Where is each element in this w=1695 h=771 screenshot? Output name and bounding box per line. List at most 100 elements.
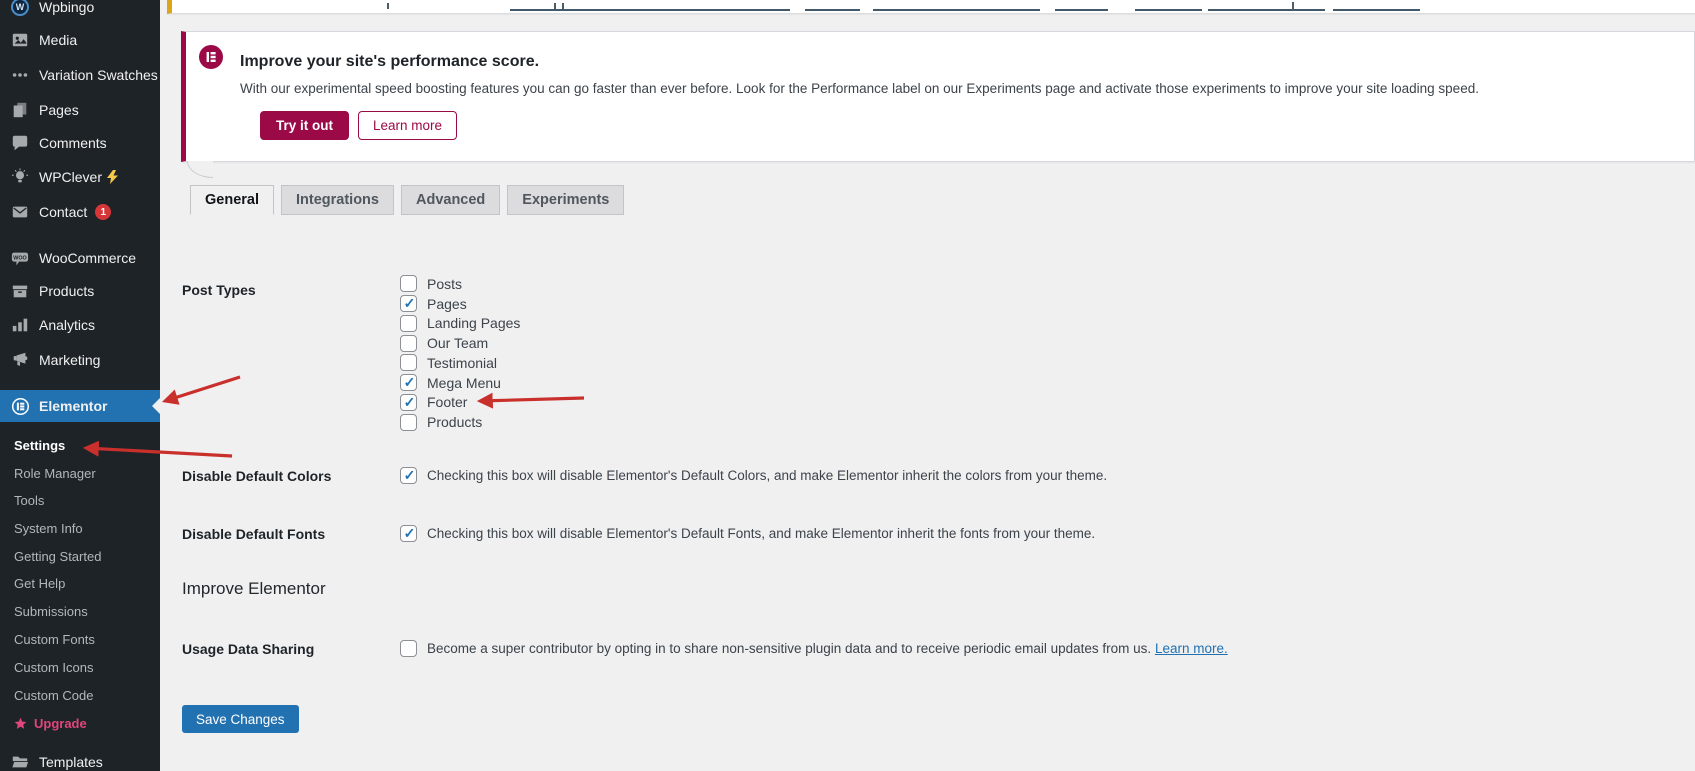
submenu-item-custom-icons[interactable]: Custom Icons (0, 658, 160, 676)
submenu-item-role-manager[interactable]: Role Manager (0, 464, 160, 482)
submenu-item-custom-fonts[interactable]: Custom Fonts (0, 630, 160, 648)
clipped-link[interactable] (1333, 9, 1420, 11)
post-type-row: Posts (400, 274, 520, 294)
woocommerce-icon: WOO (10, 248, 30, 268)
admin-sidebar: W Wpbingo Media Variation Swatches Pages… (0, 0, 160, 771)
banner-title: Improve your site's performance score. (240, 53, 539, 71)
disable-fonts-row: Checking this box will disable Elementor… (400, 525, 1095, 542)
checkbox-pages[interactable] (400, 295, 417, 312)
checkbox-disable-colors[interactable] (400, 467, 417, 484)
post-type-row: Mega Menu (400, 373, 520, 393)
clipped-link[interactable] (1135, 9, 1202, 11)
checkbox-usage-data[interactable] (400, 640, 417, 657)
tab-experiments[interactable]: Experiments (507, 185, 624, 215)
clipped-link[interactable] (510, 9, 790, 11)
current-menu-notch (152, 398, 160, 414)
sidebar-item-label: Wpbingo (39, 0, 94, 15)
tab-integrations[interactable]: Integrations (281, 185, 394, 215)
post-type-row: Landing Pages (400, 314, 520, 334)
sidebar-item-wpclever[interactable]: WPClever (0, 165, 160, 189)
comment-bubble-icon (10, 133, 30, 153)
sidebar-item-label: WooCommerce (39, 250, 136, 266)
sidebar-item-label: Products (39, 283, 94, 299)
clipped-link[interactable] (1055, 9, 1108, 11)
checkbox-landing-pages[interactable] (400, 315, 417, 332)
usage-data-sharing-row: Become a super contributor by opting in … (400, 640, 1228, 657)
post-types-list: Posts Pages Landing Pages Our Team Testi… (400, 274, 520, 432)
star-icon (14, 717, 27, 730)
checkbox-products[interactable] (400, 414, 417, 431)
sidebar-item-analytics[interactable]: Analytics (0, 313, 160, 337)
checkbox-testimonial[interactable] (400, 354, 417, 371)
disable-colors-row: Checking this box will disable Elementor… (400, 467, 1107, 484)
sidebar-item-label: Analytics (39, 317, 95, 333)
sidebar-item-media[interactable]: Media (0, 28, 160, 52)
post-type-row: Products (400, 412, 520, 432)
sidebar-item-label: Media (39, 32, 77, 48)
submenu-item-settings[interactable]: Settings (0, 436, 160, 454)
sidebar-item-label: Contact (39, 204, 87, 220)
sidebar-item-wpbingo[interactable]: W Wpbingo (0, 0, 160, 19)
post-type-row: Footer (400, 393, 520, 413)
media-icon (10, 30, 30, 50)
banner-description: With our experimental speed boosting fea… (240, 81, 1479, 96)
bar-chart-icon (10, 315, 30, 335)
sidebar-item-label: Pages (39, 102, 79, 118)
sidebar-item-label: Comments (39, 135, 107, 151)
sidebar-item-pages[interactable]: Pages (0, 98, 160, 122)
elementor-promo-banner: Improve your site's performance score. W… (181, 31, 1695, 162)
folder-icon (10, 752, 30, 771)
banner-speech-tail (187, 161, 213, 178)
post-type-row: Pages (400, 294, 520, 314)
usage-learn-more-link[interactable]: Learn more. (1155, 641, 1228, 656)
post-type-row: Our Team (400, 333, 520, 353)
elementor-logo-icon (10, 396, 30, 416)
submenu-item-tools[interactable]: Tools (0, 491, 160, 509)
sidebar-item-label: Elementor (39, 398, 107, 414)
checkbox-footer[interactable] (400, 394, 417, 411)
submenu-item-custom-code[interactable]: Custom Code (0, 686, 160, 704)
pages-icon (10, 100, 30, 120)
sidebar-item-elementor[interactable]: Elementor (0, 390, 160, 422)
elementor-badge-icon (199, 45, 223, 69)
tab-advanced[interactable]: Advanced (401, 185, 500, 215)
contact-count-badge: 1 (95, 204, 111, 220)
save-changes-button[interactable]: Save Changes (182, 705, 299, 733)
sidebar-item-comments[interactable]: Comments (0, 131, 160, 155)
checkbox-mega-menu[interactable] (400, 374, 417, 391)
sidebar-item-products[interactable]: Products (0, 279, 160, 303)
arrow-to-elementor-menu (165, 377, 240, 401)
checkbox-disable-fonts[interactable] (400, 525, 417, 542)
wpbingo-logo-icon: W (10, 0, 30, 17)
sidebar-item-label: Marketing (39, 352, 100, 368)
sidebar-item-templates[interactable]: Templates (0, 750, 160, 771)
submenu-item-system-info[interactable]: System Info (0, 519, 160, 537)
sidebar-item-variation-swatches[interactable]: Variation Swatches (0, 63, 160, 87)
submenu-item-submissions[interactable]: Submissions (0, 602, 160, 620)
sidebar-item-label: Variation Swatches (39, 67, 158, 83)
sidebar-item-marketing[interactable]: Marketing (0, 348, 160, 372)
megaphone-icon (10, 350, 30, 370)
submenu-item-upgrade[interactable]: Upgrade (0, 714, 160, 732)
post-types-label: Post Types (182, 282, 256, 298)
envelope-icon (10, 202, 30, 222)
checkbox-our-team[interactable] (400, 335, 417, 352)
submenu-item-getting-started[interactable]: Getting Started (0, 547, 160, 565)
learn-more-button[interactable]: Learn more (358, 111, 457, 140)
improve-elementor-heading: Improve Elementor (182, 579, 326, 599)
dots-icon (10, 65, 30, 85)
try-it-out-button[interactable]: Try it out (260, 111, 349, 140)
lightning-bolt-icon (107, 170, 118, 184)
tab-general[interactable]: General (190, 185, 274, 215)
disable-fonts-label: Disable Default Fonts (182, 526, 325, 542)
usage-data-sharing-label: Usage Data Sharing (182, 641, 314, 657)
checkbox-posts[interactable] (400, 275, 417, 292)
settings-tabs: General Integrations Advanced Experiment… (190, 185, 624, 215)
clipped-link[interactable] (1208, 9, 1325, 11)
submenu-item-get-help[interactable]: Get Help (0, 574, 160, 592)
sidebar-item-contact[interactable]: Contact 1 (0, 200, 160, 224)
sidebar-item-woocommerce[interactable]: WOO WooCommerce (0, 246, 160, 270)
clipped-link[interactable] (873, 9, 1040, 11)
clipped-link[interactable] (805, 9, 860, 11)
clipped-admin-notice (167, 0, 1695, 14)
